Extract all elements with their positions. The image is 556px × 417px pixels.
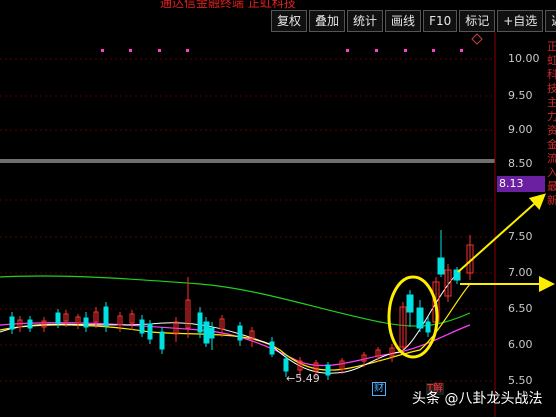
chart-toolbar: 复权 叠加 统计 画线 F10 标记 +自选 返回: [271, 10, 556, 32]
highlight-ellipse: [387, 275, 439, 359]
event-markers: [101, 49, 463, 52]
toolbar-button-statistics[interactable]: 统计: [347, 10, 384, 32]
current-price-box: 8.13: [497, 176, 545, 192]
cai-badge[interactable]: 财: [372, 382, 386, 396]
separator-band: [0, 159, 495, 163]
toolbar-button-add-watchlist[interactable]: +自选: [497, 10, 544, 32]
price-label-6-50: 6.50: [508, 302, 533, 315]
low-price-marker: ←5.49: [286, 372, 320, 385]
price-gridlines: [0, 58, 495, 382]
toolbar-button-f10[interactable]: F10: [423, 10, 458, 32]
price-label-8-50: 8.50: [508, 157, 533, 170]
candles: [9, 230, 474, 380]
price-label-9-00: 9.00: [508, 123, 533, 136]
title-strip: 通达信金融终端 正虹科技: [0, 0, 556, 10]
toolbar-button-back[interactable]: 返回: [545, 10, 556, 32]
toolbar-button-draw-line[interactable]: 画线: [385, 10, 422, 32]
toolbar-button-overlay[interactable]: 叠加: [309, 10, 346, 32]
price-label-7-50: 7.50: [508, 230, 533, 243]
window-title: 通达信金融终端 正虹科技: [160, 0, 296, 10]
price-label-5-50: 5.50: [508, 374, 533, 387]
price-label-9-50: 9.50: [508, 89, 533, 102]
right-column-text: 正虹科技主力资金流入最新: [547, 40, 556, 207]
watermark: 头条 @八卦龙头战法: [412, 391, 543, 407]
price-label-6-00: 6.00: [508, 338, 533, 351]
diamond-icon[interactable]: [471, 33, 483, 45]
toolbar-button-mark[interactable]: 标记: [459, 10, 496, 32]
kline-chart[interactable]: [0, 32, 556, 417]
price-label-10-00: 10.00: [508, 52, 540, 65]
price-label-7-00: 7.00: [508, 266, 533, 279]
toolbar-button-fuquan[interactable]: 复权: [271, 10, 308, 32]
right-info-column: 正虹科技主力资金流入最新: [547, 40, 556, 417]
